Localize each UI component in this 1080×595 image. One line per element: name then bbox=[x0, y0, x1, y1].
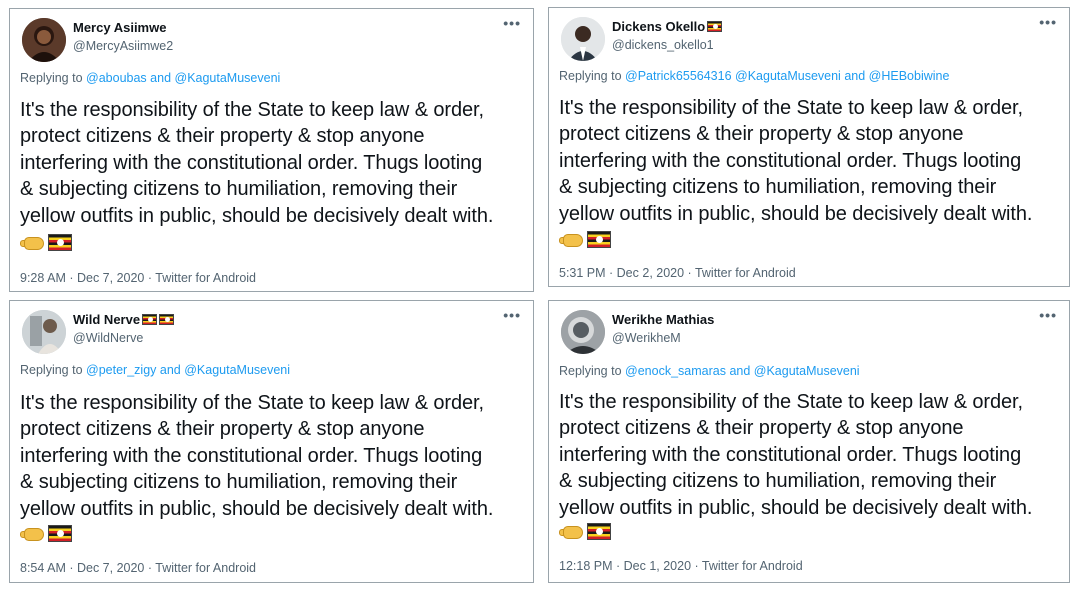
tweet-timestamp[interactable]: 8:54 AM · Dec 7, 2020 · Twitter for Andr… bbox=[20, 561, 256, 575]
fist-icon bbox=[20, 526, 44, 542]
uganda-flag-icon bbox=[48, 525, 72, 542]
tweet-header: Dickens Okello @dickens_okello1 bbox=[561, 17, 1051, 67]
emoji-row bbox=[559, 523, 611, 540]
avatar[interactable] bbox=[22, 18, 66, 62]
display-name[interactable]: Wild Nerve bbox=[73, 312, 175, 327]
tweet-timestamp[interactable]: 9:28 AM · Dec 7, 2020 · Twitter for Andr… bbox=[20, 271, 256, 285]
emoji-row bbox=[20, 234, 72, 251]
more-options-icon[interactable]: ••• bbox=[1039, 308, 1057, 322]
display-name[interactable]: Dickens Okello bbox=[612, 19, 723, 34]
more-options-icon[interactable]: ••• bbox=[503, 308, 521, 322]
fist-icon bbox=[20, 235, 44, 251]
mention-link[interactable]: @KagutaMuseveni bbox=[735, 69, 841, 83]
tweet-card[interactable]: Dickens Okello @dickens_okello1 ••• Repl… bbox=[548, 7, 1070, 287]
mention-link[interactable]: @peter_zigy bbox=[86, 363, 156, 377]
user-handle[interactable]: @WildNerve bbox=[73, 331, 174, 345]
fist-icon bbox=[559, 524, 583, 540]
replying-to: Replying to @aboubas and @KagutaMuseveni bbox=[20, 71, 281, 85]
tweet-text: It's the responsibility of the State to … bbox=[559, 97, 1033, 225]
tweet-text: It's the responsibility of the State to … bbox=[20, 99, 494, 227]
tweet-text: It's the responsibility of the State to … bbox=[20, 392, 494, 520]
avatar[interactable] bbox=[561, 310, 605, 354]
mention-link[interactable]: @enock_samaras bbox=[625, 364, 726, 378]
tweet-card[interactable]: Werikhe Mathias @WerikheM ••• Replying t… bbox=[548, 300, 1070, 583]
fist-icon bbox=[559, 232, 583, 248]
tweet-text: It's the responsibility of the State to … bbox=[559, 391, 1033, 519]
more-options-icon[interactable]: ••• bbox=[503, 16, 521, 30]
display-name[interactable]: Mercy Asiimwe bbox=[73, 20, 173, 35]
uganda-flag-icon bbox=[159, 314, 175, 325]
avatar[interactable] bbox=[22, 310, 66, 354]
emoji-row bbox=[559, 231, 611, 248]
tweet-card[interactable]: Wild Nerve @WildNerve ••• Replying to @p… bbox=[9, 300, 534, 583]
mention-link[interactable]: @Patrick65564316 bbox=[625, 69, 732, 83]
tweet-header: Wild Nerve @WildNerve bbox=[22, 310, 512, 360]
replying-to: Replying to @Patrick65564316 @KagutaMuse… bbox=[559, 69, 950, 83]
replying-to: Replying to @peter_zigy and @KagutaMusev… bbox=[20, 363, 291, 377]
tweet-timestamp[interactable]: 12:18 PM · Dec 1, 2020 · Twitter for And… bbox=[559, 559, 803, 573]
mention-link[interactable]: @KagutaMuseveni bbox=[184, 363, 290, 377]
mention-link[interactable]: @HEBobiwine bbox=[869, 69, 950, 83]
more-options-icon[interactable]: ••• bbox=[1039, 15, 1057, 29]
tweet-header: Mercy Asiimwe @MercyAsiimwe2 bbox=[22, 18, 512, 68]
uganda-flag-icon bbox=[707, 21, 723, 32]
uganda-flag-icon bbox=[587, 523, 611, 540]
avatar[interactable] bbox=[561, 17, 605, 61]
user-handle[interactable]: @MercyAsiimwe2 bbox=[73, 39, 173, 53]
replying-to: Replying to @enock_samaras and @KagutaMu… bbox=[559, 364, 860, 378]
mention-link[interactable]: @KagutaMuseveni bbox=[754, 364, 860, 378]
emoji-row bbox=[20, 525, 72, 542]
tweet-header: Werikhe Mathias @WerikheM bbox=[561, 310, 1051, 360]
tweet-card[interactable]: Mercy Asiimwe @MercyAsiimwe2 ••• Replyin… bbox=[9, 8, 534, 292]
user-handle[interactable]: @dickens_okello1 bbox=[612, 38, 722, 52]
tweet-timestamp[interactable]: 5:31 PM · Dec 2, 2020 · Twitter for Andr… bbox=[559, 266, 796, 280]
uganda-flag-icon bbox=[587, 231, 611, 248]
user-handle[interactable]: @WerikheM bbox=[612, 331, 714, 345]
uganda-flag-icon bbox=[48, 234, 72, 251]
mention-link[interactable]: @aboubas bbox=[86, 71, 147, 85]
mention-link[interactable]: @KagutaMuseveni bbox=[175, 71, 281, 85]
display-name[interactable]: Werikhe Mathias bbox=[612, 312, 714, 327]
uganda-flag-icon bbox=[142, 314, 158, 325]
